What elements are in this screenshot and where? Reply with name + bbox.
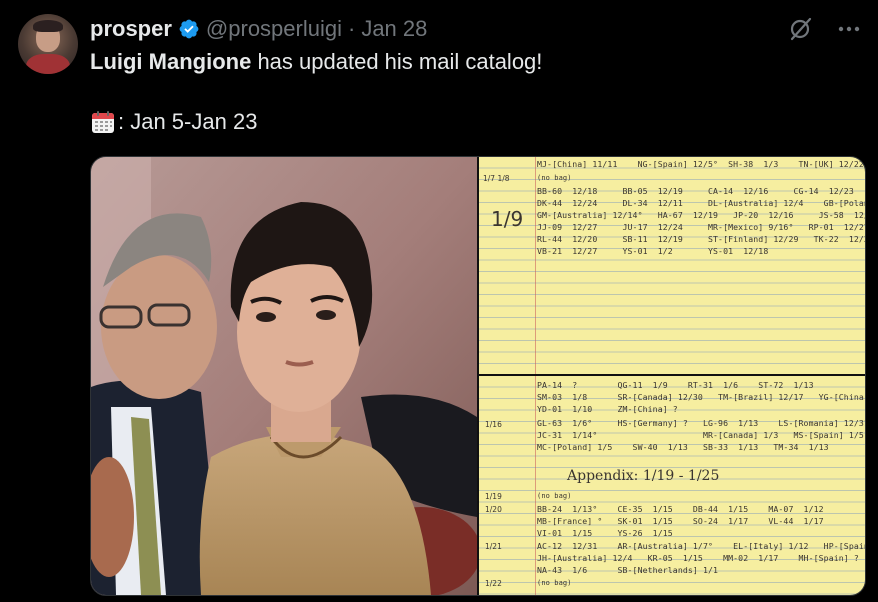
notes-date-label: 1/7 1/8	[483, 174, 510, 183]
notes-date-label: 1/22	[485, 579, 502, 588]
tweet: prosper @prosperluigi · Jan 28 Luigi Man…	[0, 0, 878, 602]
avatar-shirt	[26, 54, 70, 74]
tweet-actions-top	[788, 16, 862, 42]
appendix-heading: Appendix: 1/19 - 1/25	[567, 468, 720, 484]
note-line: (no bag)	[537, 579, 572, 587]
notes-date-label: 1/20	[485, 505, 502, 514]
tweet-date[interactable]: Jan 28	[361, 16, 427, 42]
notes-big-date: 1/9	[491, 207, 524, 231]
note-line: PA-14 ? QG-11 1/9 RT-31 1/6 ST-72 1/13	[537, 380, 814, 390]
note-line: MC-[Poland] 1/5 SW-40 1/13 SB-33 1/13 TM…	[537, 442, 829, 452]
note-line: VI-01 1/15 YS-26 1/15	[537, 528, 673, 538]
notes-date-label: 1/19	[485, 492, 502, 501]
separator-dot: ·	[347, 16, 356, 41]
user-handle[interactable]: @prosperluigi	[206, 16, 342, 42]
note-line: YD-01 1/10 ZM-[China] ?	[537, 404, 678, 414]
note-line: (no bag)	[537, 174, 572, 182]
date-range-text: : Jan 5-Jan 23	[118, 109, 258, 134]
tweet-media[interactable]: 1/9 1/7 1/8 MJ-[China] 11/11 NG-[Spain] …	[90, 156, 866, 596]
note-line: GM-[Australia] 12/14° HA-67 12/19 JP-20 …	[537, 210, 865, 220]
tweet-header: prosper @prosperluigi · Jan 28	[90, 16, 427, 42]
avatar-hair	[33, 20, 63, 32]
note-line: MB-[France] ° SK-01 1/15 SO-24 1/17 VL-4…	[537, 516, 824, 526]
margin-line	[535, 157, 536, 374]
more-icon[interactable]	[836, 16, 862, 42]
note-line: JJ-09 12/27 JU-17 12/24 MR-[Mexico] 9/16…	[537, 222, 865, 232]
note-line: JC-31 1/14° MR-[Canada] 1/3 MS-[Spain] 1…	[537, 430, 864, 440]
note-line: RL-44 12/20 SB-11 12/19 ST-[Finland] 12/…	[537, 234, 865, 244]
verified-badge-icon[interactable]	[178, 18, 200, 40]
note-line: SM-03 1/8 SR-[Canada] 12/30 TM-[Brazil] …	[537, 392, 865, 402]
notes-page-bottom[interactable]: 1/16 PA-14 ? QG-11 1/9 RT-31 1/6 ST-72 1…	[479, 376, 865, 595]
courtroom-photo[interactable]	[91, 157, 481, 595]
note-line: (no bag)	[537, 492, 572, 500]
note-line: GL-63 1/6° HS-[Germany] ? LG-96 1/13 LS-…	[537, 418, 865, 428]
margin-line	[535, 376, 536, 595]
display-name[interactable]: prosper	[90, 16, 172, 42]
grok-icon[interactable]	[788, 16, 814, 42]
notes-page-top[interactable]: 1/9 1/7 1/8 MJ-[China] 11/11 NG-[Spain] …	[479, 157, 865, 374]
notes-date-label: 1/16	[485, 420, 502, 429]
tweet-text-line-1: Luigi Mangione has updated his mail cata…	[90, 48, 542, 76]
calendar-icon	[90, 109, 116, 135]
notes-date-label: 1/21	[485, 542, 502, 551]
note-line: BB-60 12/18 BB-05 12/19 CA-14 12/16 CG-1…	[537, 186, 854, 196]
note-line: VB-21 12/27 YS-01 1/2 YS-01 12/18	[537, 246, 769, 256]
note-line: JH-[Australia] 12/4 KR-05 1/15 MM-02 1/1…	[537, 553, 859, 563]
note-line: MJ-[China] 11/11 NG-[Spain] 12/5° SH-38 …	[537, 159, 865, 169]
note-line: DK-44 12/24 DL-34 12/11 DL-[Australia] 1…	[537, 198, 865, 208]
note-line: AC-12 12/31 AR-[Australia] 1/7° EL-[Ital…	[537, 541, 865, 551]
avatar[interactable]	[18, 14, 78, 74]
note-line: BB-24 1/13° CE-35 1/15 DB-44 1/15 MA-07 …	[537, 504, 824, 514]
tweet-text-rest: has updated his mail catalog!	[251, 49, 543, 74]
note-line: NA-43 1/6 SB-[Netherlands] 1/1	[537, 565, 719, 575]
tweet-text-line-2: : Jan 5-Jan 23	[90, 108, 257, 136]
tweet-text-bold: Luigi Mangione	[90, 49, 252, 74]
